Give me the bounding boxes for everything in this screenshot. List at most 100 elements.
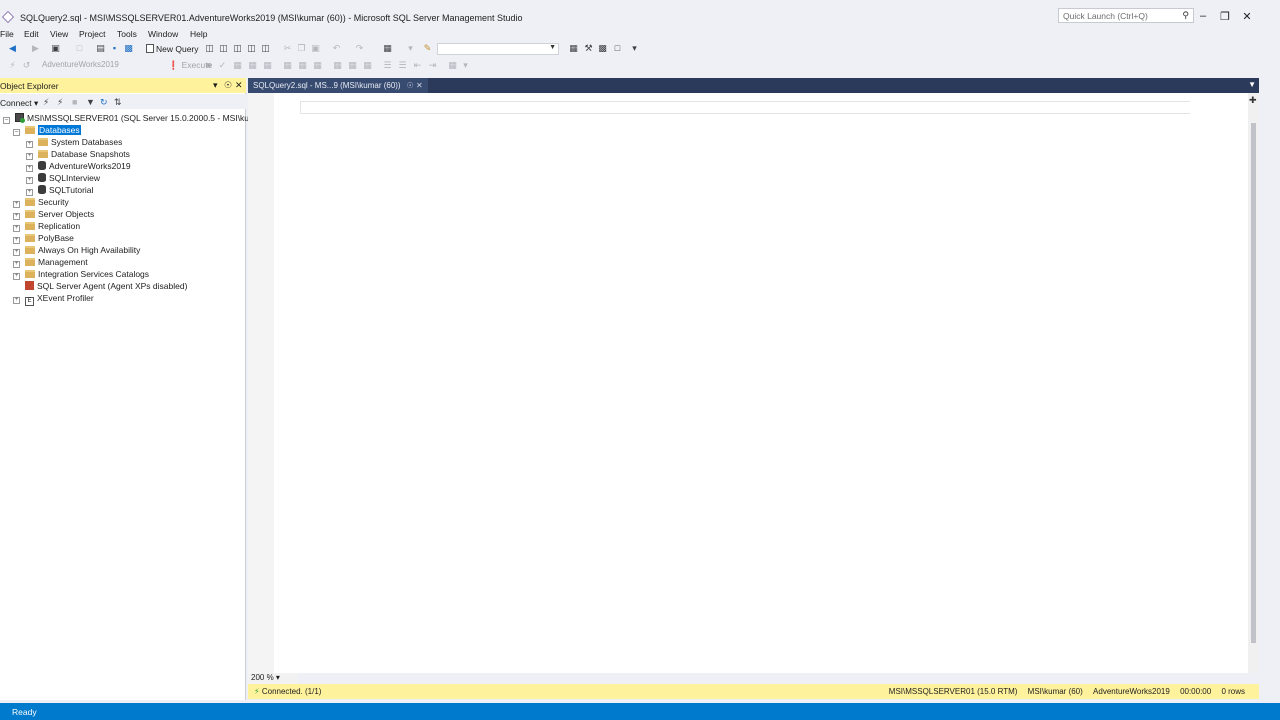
tree-node-system-databases[interactable]: + System Databases (26, 137, 122, 149)
execute-button[interactable]: ❗ Execute (168, 60, 212, 71)
connect-plug-icon[interactable]: ⚡ (43, 97, 49, 108)
new-project-icon[interactable]: ▣ (51, 44, 60, 53)
tree-node-management[interactable]: + Management (13, 257, 88, 269)
stop-icon[interactable]: ■ (72, 97, 77, 107)
tree-node-server[interactable]: – MSI\MSSQLSERVER01 (SQL Server 15.0.2000… (3, 113, 267, 125)
window-layout-icon[interactable]: □ (613, 44, 622, 53)
expand-icon[interactable]: + (13, 201, 20, 208)
indent-icon[interactable]: ⇥ (428, 61, 437, 70)
vertical-scrollbar[interactable]: ✚ (1248, 93, 1259, 673)
change-connection-icon[interactable]: ↺ (22, 61, 31, 70)
mdx-query-icon[interactable]: ◫ (233, 44, 242, 53)
save-icon[interactable]: ▪ (110, 44, 119, 53)
wrench-icon[interactable]: ⚒ (584, 44, 593, 53)
find-icon[interactable]: ▾ (406, 44, 415, 53)
cut-icon[interactable]: ✂ (283, 44, 292, 53)
pin-icon[interactable]: ☉ (407, 81, 414, 90)
expand-icon[interactable]: + (26, 141, 33, 148)
expand-icon[interactable]: + (13, 261, 20, 268)
filter-icon[interactable]: ▼ (86, 97, 95, 107)
display-plan-icon[interactable]: ▦ (233, 61, 242, 70)
query-editor[interactable]: ✚ (248, 93, 1259, 673)
pin-icon[interactable]: ☉ (224, 80, 232, 91)
tree-node-databases[interactable]: – Databases (13, 125, 81, 137)
new-query-button[interactable]: New Query (146, 44, 199, 54)
split-window-icon[interactable]: ✚ (1249, 95, 1257, 106)
tree-node-sqltutorial[interactable]: + SQLTutorial (26, 185, 93, 197)
connect-icon[interactable]: ⚡ (8, 61, 17, 70)
search-combo[interactable]: ▼ (437, 43, 559, 55)
activity-icon[interactable]: ⇅ (114, 97, 122, 108)
toolbar2-options-icon[interactable]: ▾ (461, 61, 470, 70)
tree-node-database-snapshots[interactable]: + Database Snapshots (26, 149, 130, 161)
expand-icon[interactable]: + (13, 297, 20, 304)
tab-sqlquery2[interactable]: SQLQuery2.sql - MS...9 (MSI\kumar (60)) ☉… (248, 78, 428, 93)
quick-launch-input[interactable]: Quick Launch (Ctrl+Q) ⚲ (1058, 8, 1194, 23)
close-icon[interactable]: ✕ (1240, 10, 1254, 23)
specify-values-icon[interactable]: ▦ (448, 61, 457, 70)
menu-project[interactable]: Project (79, 29, 105, 39)
search-highlight-icon[interactable]: ✎ (423, 44, 432, 53)
tree-node-security[interactable]: + Security (13, 197, 69, 209)
tree-node-replication[interactable]: + Replication (13, 221, 80, 233)
tree-node-polybase[interactable]: + PolyBase (13, 233, 74, 245)
client-stats-icon[interactable]: ▦ (313, 61, 322, 70)
disconnect-icon[interactable]: ⚡ (57, 97, 63, 108)
collapse-icon[interactable]: – (3, 117, 10, 124)
forward-icon[interactable]: ▶ (31, 44, 40, 53)
refresh-icon[interactable]: ↻ (100, 97, 108, 108)
open-folder-icon[interactable]: ▤ (96, 44, 105, 53)
intellisense-icon[interactable]: ▦ (263, 61, 272, 70)
expand-icon[interactable]: + (13, 225, 20, 232)
save-all-icon[interactable]: ▩ (124, 44, 133, 53)
dmx-query-icon[interactable]: ◫ (247, 44, 256, 53)
tree-node-integration-services[interactable]: + Integration Services Catalogs (13, 269, 149, 281)
outdent-icon[interactable]: ⇤ (413, 61, 422, 70)
db-engine-query-icon[interactable]: ◫ (205, 44, 214, 53)
uncomment-icon[interactable]: ☰ (398, 61, 407, 70)
results-file-icon[interactable]: ▦ (363, 61, 372, 70)
menu-window[interactable]: Window (148, 29, 178, 39)
menu-view[interactable]: View (50, 29, 68, 39)
expand-icon[interactable]: + (26, 165, 33, 172)
collapse-icon[interactable]: – (13, 129, 20, 136)
expand-icon[interactable]: + (13, 213, 20, 220)
search-icon[interactable]: ⚲ (1182, 10, 1189, 21)
scrollbar-thumb[interactable] (1251, 123, 1256, 643)
tree-node-server-objects[interactable]: + Server Objects (13, 209, 94, 221)
copy-icon[interactable]: ❐ (297, 44, 306, 53)
zoom-combo[interactable]: 200 % ▾ (248, 673, 298, 684)
xmla-query-icon[interactable]: ◫ (261, 44, 270, 53)
results-grid-icon[interactable]: ▦ (348, 61, 357, 70)
menu-help[interactable]: Help (190, 29, 207, 39)
include-plan-icon[interactable]: ▦ (283, 61, 292, 70)
tree-node-sqlinterview[interactable]: + SQLInterview (26, 173, 100, 185)
tree-node-always-on[interactable]: + Always On High Availability (13, 245, 140, 257)
tab-list-dropdown-icon[interactable]: ▼ (1248, 80, 1256, 89)
back-icon[interactable]: ◀ (8, 44, 17, 53)
paste-icon[interactable]: ▣ (311, 44, 320, 53)
undo-icon[interactable]: ↶ (332, 44, 341, 53)
window-position-icon[interactable]: ▾ (213, 80, 218, 91)
comment-icon[interactable]: ☰ (383, 61, 392, 70)
query-options-icon[interactable]: ▦ (248, 61, 257, 70)
expand-icon[interactable]: + (13, 237, 20, 244)
toolbox-icon[interactable]: ▩ (598, 44, 607, 53)
close-panel-icon[interactable]: ✕ (235, 80, 243, 91)
properties-icon[interactable]: ▦ (569, 44, 578, 53)
menu-edit[interactable]: Edit (24, 29, 39, 39)
toolbar-options-icon[interactable]: ▾ (630, 44, 639, 53)
close-tab-icon[interactable]: ✕ (416, 81, 423, 90)
new-file-icon[interactable]: □ (75, 44, 84, 53)
analysis-query-icon[interactable]: ◫ (219, 44, 228, 53)
menu-file[interactable]: File (0, 29, 14, 39)
results-text-icon[interactable]: ▦ (333, 61, 342, 70)
expand-icon[interactable]: + (26, 189, 33, 196)
tree-node-sql-server-agent[interactable]: SQL Server Agent (Agent XPs disabled) (25, 281, 187, 293)
connect-button[interactable]: Connect ▾ (0, 98, 38, 109)
tree-node-adventureworks2019[interactable]: + AdventureWorks2019 (26, 161, 131, 173)
expand-icon[interactable]: + (13, 273, 20, 280)
menu-tools[interactable]: Tools (117, 29, 137, 39)
expand-icon[interactable]: + (13, 249, 20, 256)
restore-icon[interactable]: ❐ (1218, 10, 1232, 23)
